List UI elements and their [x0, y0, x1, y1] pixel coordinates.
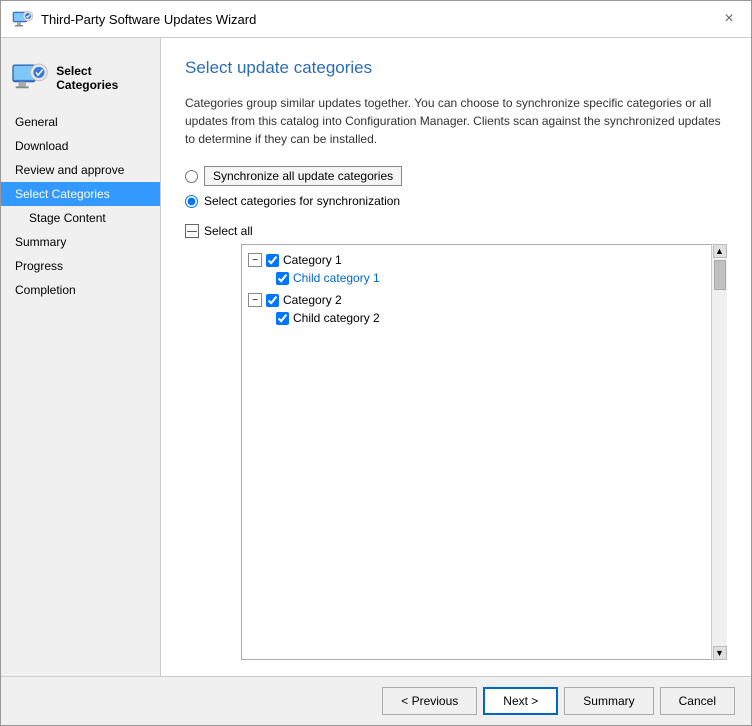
- scroll-up-button[interactable]: ▲: [713, 244, 727, 258]
- scroll-track: [713, 258, 727, 646]
- tree-checkbox-child1[interactable]: [276, 272, 289, 285]
- window-title: Third-Party Software Updates Wizard: [41, 12, 256, 27]
- main-panel: Select update categories Categories grou…: [161, 38, 751, 676]
- sidebar-nav: General Download Review and approve Sele…: [1, 110, 160, 302]
- tree-node-category1: − Category 1 Child category 1: [248, 251, 706, 287]
- tree-label-category1: Category 1: [283, 253, 342, 267]
- scroll-thumb[interactable]: [714, 260, 726, 290]
- tree-checkbox-category1[interactable]: [266, 254, 279, 267]
- scroll-down-button[interactable]: ▼: [713, 646, 727, 660]
- sidebar-item-summary[interactable]: Summary: [1, 230, 160, 254]
- tree-label-child2: Child category 2: [293, 311, 380, 325]
- title-bar: Third-Party Software Updates Wizard ×: [1, 1, 751, 38]
- tree-node-category2: − Category 2 Child category 2: [248, 291, 706, 327]
- sidebar-item-select-categories[interactable]: Select Categories: [1, 182, 160, 206]
- sidebar-icon: [11, 58, 48, 98]
- sidebar: Select Categories General Download Revie…: [1, 38, 161, 676]
- sidebar-header-label: Select Categories: [56, 64, 150, 92]
- tree-row-category1: − Category 1: [248, 251, 706, 269]
- content-area: Select Categories General Download Revie…: [1, 38, 751, 676]
- radio-sync-all[interactable]: [185, 170, 198, 183]
- select-all-row: — Select all: [185, 222, 727, 244]
- sidebar-item-download[interactable]: Download: [1, 134, 160, 158]
- sync-all-label: Synchronize all update categories: [204, 166, 402, 186]
- tree-toggle-category2[interactable]: −: [248, 293, 262, 307]
- cancel-button[interactable]: Cancel: [660, 687, 735, 715]
- sidebar-header: Select Categories: [1, 46, 160, 110]
- select-all-checkbox-icon: —: [185, 224, 199, 238]
- tree-container[interactable]: − Category 1 Child category 1: [241, 244, 727, 660]
- page-title: Select update categories: [185, 58, 727, 78]
- previous-button[interactable]: < Previous: [382, 687, 477, 715]
- summary-button[interactable]: Summary: [564, 687, 653, 715]
- tree-row-category2: − Category 2: [248, 291, 706, 309]
- close-button[interactable]: ×: [717, 7, 741, 31]
- tree-scrollbar[interactable]: ▲ ▼: [711, 244, 727, 660]
- sidebar-item-review[interactable]: Review and approve: [1, 158, 160, 182]
- wizard-icon: [11, 8, 33, 30]
- tree-children-category2: Child category 2: [248, 309, 706, 327]
- tree-checkbox-child2[interactable]: [276, 312, 289, 325]
- sidebar-item-stage-content[interactable]: Stage Content: [1, 206, 160, 230]
- footer: < Previous Next > Summary Cancel: [1, 676, 751, 725]
- tree-checkbox-category2[interactable]: [266, 294, 279, 307]
- title-bar-left: Third-Party Software Updates Wizard: [11, 8, 256, 30]
- select-all-label: Select all: [204, 224, 253, 238]
- sidebar-item-general[interactable]: General: [1, 110, 160, 134]
- radio-group: Synchronize all update categories Select…: [185, 166, 727, 208]
- tree-toggle-category1[interactable]: −: [248, 253, 262, 267]
- sidebar-item-completion[interactable]: Completion: [1, 278, 160, 302]
- tree-row-child2: Child category 2: [276, 309, 706, 327]
- radio-select-categories[interactable]: [185, 195, 198, 208]
- sidebar-item-progress[interactable]: Progress: [1, 254, 160, 278]
- wizard-window: Third-Party Software Updates Wizard × Se…: [0, 0, 752, 726]
- tree-row-child1: Child category 1: [276, 269, 706, 287]
- radio-select-option[interactable]: Select categories for synchronization: [185, 194, 727, 208]
- tree-children-category1: Child category 1: [248, 269, 706, 287]
- tree-label-child1: Child category 1: [293, 271, 380, 285]
- next-button[interactable]: Next >: [483, 687, 558, 715]
- radio-sync-all-option[interactable]: Synchronize all update categories: [185, 166, 727, 186]
- tree-label-category2: Category 2: [283, 293, 342, 307]
- select-categories-label: Select categories for synchronization: [204, 194, 400, 208]
- description-text: Categories group similar updates togethe…: [185, 94, 727, 148]
